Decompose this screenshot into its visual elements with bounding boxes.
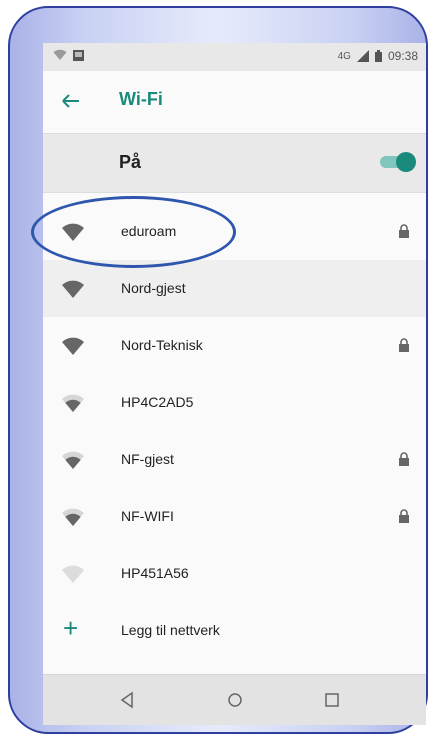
lock-icon [399,224,409,238]
wifi-signal-medium-icon [62,394,84,412]
network-name: Nord-gjest [121,280,186,296]
network-list: eduroam Nord-gjest Nord-Teknisk HP4C2AD5… [43,203,426,659]
page-title: Wi-Fi [119,89,163,109]
wifi-toggle[interactable] [378,152,416,172]
network-type: 4G [337,50,351,62]
network-item-hp4c2ad5[interactable]: HP4C2AD5 [43,374,426,431]
status-bar: 4G 09:38 [43,43,426,71]
network-name: NF-gjest [121,451,174,467]
network-item-nord-teknisk[interactable]: Nord-Teknisk [43,317,426,374]
wifi-master-switch-row[interactable]: På [43,133,426,193]
arrow-left-icon[interactable] [61,86,91,116]
phone-frame: 4G 09:38 Wi-Fi På eduroam Nord-gjest Nor… [8,6,428,734]
wifi-signal-strong-icon [62,280,84,298]
phone-screen: 4G 09:38 Wi-Fi På eduroam Nord-gjest Nor… [43,43,426,725]
system-nav-bar [43,674,426,725]
network-item-nord-gjest[interactable]: Nord-gjest [43,260,426,317]
toggle-thumb [396,152,416,172]
wifi-signal-medium-icon [62,451,84,469]
app-bar: Wi-Fi [43,71,426,133]
add-network-row[interactable]: + Legg til nettverk [43,602,426,659]
recents-square-icon[interactable] [321,689,343,711]
network-name: eduroam [121,223,177,239]
lock-icon [399,338,409,352]
status-time: 09:38 [387,49,418,63]
wifi-signal-medium-icon [62,508,84,526]
plus-icon: + [63,613,79,643]
network-item-eduroam[interactable]: eduroam [43,203,426,260]
wifi-signal-weak-icon [62,565,84,583]
network-item-hp451a56[interactable]: HP451A56 [43,545,426,602]
signal-icon [356,50,369,62]
network-name: HP451A56 [121,565,189,581]
wifi-signal-strong-icon [62,337,84,355]
lock-icon [399,509,409,523]
battery-icon [374,50,382,62]
network-name: NF-WIFI [121,508,174,524]
wifi-signal-strong-icon [62,223,84,241]
lock-icon [399,452,409,466]
back-triangle-icon[interactable] [117,689,139,711]
add-network-label: Legg til nettverk [121,622,220,638]
home-circle-icon[interactable] [224,689,246,711]
image-icon [73,49,84,61]
network-name: Nord-Teknisk [121,337,203,353]
master-switch-label: På [119,152,142,172]
network-item-nf-gjest[interactable]: NF-gjest [43,431,426,488]
network-item-nf-wifi[interactable]: NF-WIFI [43,488,426,545]
wifi-off-icon [53,49,67,60]
network-name: HP4C2AD5 [121,394,194,410]
